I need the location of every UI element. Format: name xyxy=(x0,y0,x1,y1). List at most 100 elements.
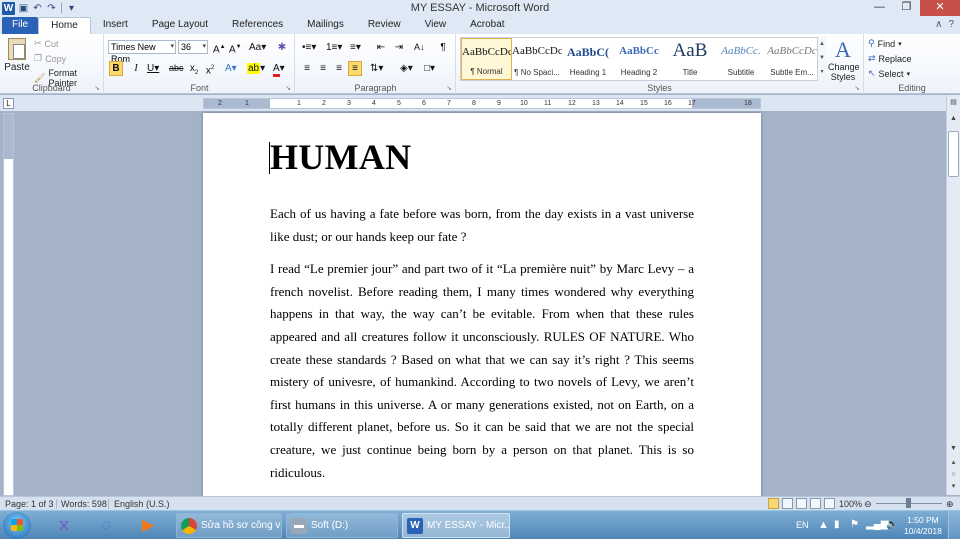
media-player-icon[interactable]: ▶ xyxy=(128,513,168,538)
subscript-button[interactable]: x2 xyxy=(187,61,201,76)
tab-acrobat[interactable]: Acrobat xyxy=(458,17,516,34)
superscript-button[interactable]: x2 xyxy=(203,61,217,76)
align-center-icon[interactable]: ≡ xyxy=(316,61,330,76)
vertical-scrollbar[interactable]: ▤ ▲ ▼ ▴ ○ ▾ xyxy=(946,95,960,495)
zoom-level[interactable]: 100% xyxy=(839,499,862,509)
font-launcher-icon[interactable]: ↘ xyxy=(285,84,291,92)
change-case-button[interactable]: Aa▾ xyxy=(247,40,268,55)
document-body[interactable]: HUMAN Each of us having a fate before wa… xyxy=(269,137,694,484)
tab-home[interactable]: Home xyxy=(38,17,91,34)
zoom-in-icon[interactable]: ⊕ xyxy=(946,499,954,510)
increase-indent-icon[interactable]: ⇥ xyxy=(392,40,406,55)
align-right-icon[interactable]: ≡ xyxy=(332,61,346,76)
volume-icon[interactable]: 🔈 xyxy=(886,519,898,530)
font-color-icon[interactable]: A▾ xyxy=(271,61,287,77)
minimize-button[interactable]: — xyxy=(866,0,893,16)
italic-button[interactable]: I xyxy=(129,61,143,76)
tab-view[interactable]: View xyxy=(413,17,459,34)
ruler-toggle-icon[interactable]: ▤ xyxy=(948,97,959,109)
document-paragraph[interactable]: Each of us having a fate before was born… xyxy=(270,203,694,248)
zoom-slider-knob[interactable] xyxy=(906,498,911,508)
justify-icon[interactable]: ≡ xyxy=(348,61,362,76)
outline-view-icon[interactable] xyxy=(810,498,821,509)
visual-studio-icon[interactable]: ⧖ xyxy=(44,513,84,538)
clipboard-launcher-icon[interactable]: ↘ xyxy=(94,84,100,92)
tab-review[interactable]: Review xyxy=(356,17,413,34)
browse-object-icon[interactable]: ○ xyxy=(948,469,959,481)
font-size-arrow-icon: ▾ xyxy=(202,43,206,50)
borders-icon[interactable]: □▾ xyxy=(422,61,437,76)
safely-remove-icon[interactable]: ▮ xyxy=(834,519,840,530)
font-name-select[interactable]: Times New Rom ▾ xyxy=(108,40,176,64)
multilevel-list-icon[interactable]: ≡▾ xyxy=(348,40,363,55)
taskbar-chrome[interactable]: Sửa hồ sơ công vi... xyxy=(176,513,282,538)
next-page-icon[interactable]: ▾ xyxy=(948,481,959,493)
taskbar-word[interactable]: W MY ESSAY - Micr... xyxy=(402,513,510,538)
strikethrough-button[interactable]: abc xyxy=(167,61,186,76)
vertical-ruler[interactable] xyxy=(3,113,14,496)
shrink-font-button[interactable]: A▼ xyxy=(227,40,244,55)
underline-button[interactable]: U▾ xyxy=(145,61,161,76)
highlight-color-icon[interactable]: ab▾ xyxy=(245,61,267,76)
text-effects-icon[interactable]: A▾ xyxy=(223,61,239,76)
customize-qa-icon[interactable]: ▾ xyxy=(66,3,77,14)
tab-file[interactable]: File xyxy=(2,17,39,34)
word-logo-icon[interactable]: W xyxy=(2,1,15,15)
print-layout-view-icon[interactable] xyxy=(768,498,779,509)
grow-font-button[interactable]: A▲ xyxy=(211,40,228,55)
styles-launcher-icon[interactable]: ↘ xyxy=(854,84,860,92)
action-center-icon[interactable]: ⚑ xyxy=(850,519,859,530)
bold-button[interactable]: B xyxy=(109,61,123,76)
show-desktop-button[interactable] xyxy=(948,511,960,539)
horizontal-ruler[interactable]: 2 1 1 2 3 4 5 6 7 8 9 10 11 12 13 14 15 … xyxy=(203,98,761,109)
language-status[interactable]: English (U.S.) xyxy=(114,499,170,509)
undo-icon[interactable]: ↶ xyxy=(32,3,43,14)
help-icon[interactable]: ? xyxy=(948,19,954,30)
sort-icon[interactable]: A↓ xyxy=(412,40,427,55)
language-indicator[interactable]: EN xyxy=(796,520,809,530)
decrease-indent-icon[interactable]: ⇤ xyxy=(374,40,388,55)
font-size-select[interactable]: 36 ▾ xyxy=(178,40,208,54)
tab-mailings[interactable]: Mailings xyxy=(295,17,356,34)
redo-icon[interactable]: ↷ xyxy=(46,3,57,14)
cut-button[interactable]: ✂ Cut xyxy=(34,38,59,49)
tab-insert[interactable]: Insert xyxy=(91,17,140,34)
shading-icon[interactable]: ◈▾ xyxy=(398,61,415,76)
start-button[interactable] xyxy=(3,512,31,539)
minimize-ribbon-icon[interactable]: ∧ xyxy=(935,19,942,30)
page-count[interactable]: Page: 1 of 3 xyxy=(5,499,54,509)
copy-button[interactable]: ❐ Copy xyxy=(34,53,66,64)
web-layout-icon[interactable] xyxy=(796,498,807,509)
align-left-icon[interactable]: ≡ xyxy=(300,61,314,76)
tab-selector[interactable]: L xyxy=(3,98,14,109)
scroll-up-icon[interactable]: ▲ xyxy=(948,113,959,125)
close-button[interactable]: ✕ xyxy=(920,0,960,16)
system-clock[interactable]: 1:50 PM 10/4/2018 xyxy=(904,515,942,537)
document-paragraph[interactable]: I read “Le premier jour” and part two of… xyxy=(270,258,694,484)
show-marks-icon[interactable]: ¶ xyxy=(436,40,450,55)
word-count[interactable]: Words: 598 xyxy=(61,499,107,509)
bullets-icon[interactable]: •≡▾ xyxy=(300,40,318,55)
scroll-down-icon[interactable]: ▼ xyxy=(948,443,959,455)
taskbar-explorer[interactable]: ▬ Soft (D:) xyxy=(286,513,398,538)
full-screen-reading-icon[interactable] xyxy=(782,498,793,509)
paste-button[interactable]: Paste xyxy=(4,38,30,73)
document-page[interactable]: HUMAN Each of us having a fate before wa… xyxy=(203,113,761,498)
draft-view-icon[interactable] xyxy=(824,498,835,509)
paragraph-launcher-icon[interactable]: ↘ xyxy=(446,84,452,92)
scroll-thumb[interactable] xyxy=(948,131,959,177)
zoom-out-icon[interactable]: ⊖ xyxy=(864,499,872,510)
restore-button[interactable]: ❐ xyxy=(893,0,920,16)
tab-references[interactable]: References xyxy=(220,17,295,34)
numbering-icon[interactable]: 1≡▾ xyxy=(324,40,344,55)
ruler-number: 1 xyxy=(297,100,301,107)
previous-page-icon[interactable]: ▴ xyxy=(948,457,959,469)
line-spacing-icon[interactable]: ⇅▾ xyxy=(368,61,385,76)
tray-expand-icon[interactable]: ▲ xyxy=(818,519,829,531)
ruler-number: 5 xyxy=(397,100,401,107)
tab-page-layout[interactable]: Page Layout xyxy=(140,17,220,34)
document-title[interactable]: HUMAN xyxy=(269,137,694,177)
clear-formatting-icon[interactable]: ✱ xyxy=(275,40,289,55)
save-icon[interactable]: ▣ xyxy=(18,3,29,14)
internet-explorer-icon[interactable]: ◌ xyxy=(86,513,126,538)
